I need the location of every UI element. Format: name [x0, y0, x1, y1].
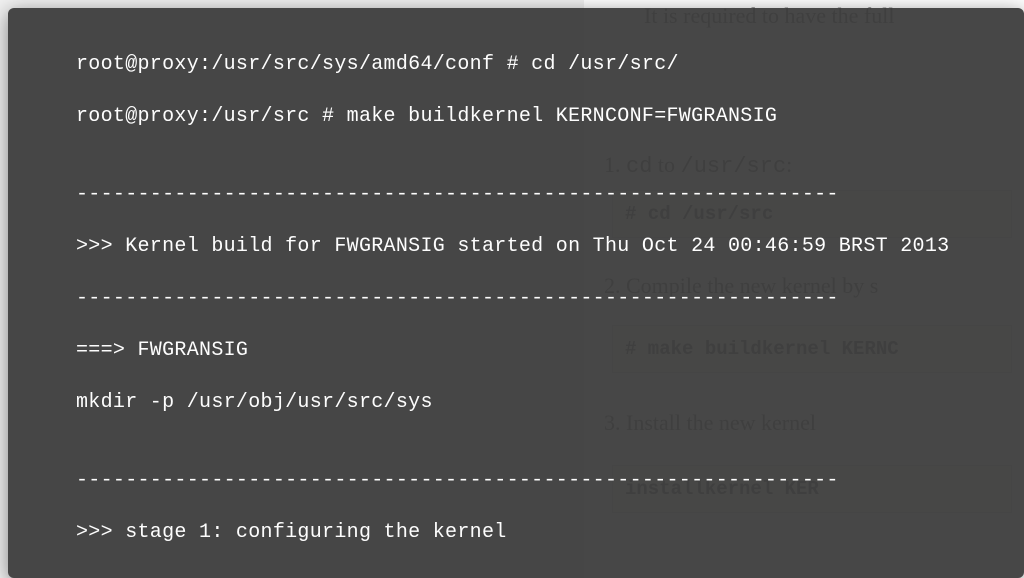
- terminal-line: root@proxy:/usr/src/sys/amd64/conf # cd …: [76, 52, 1024, 78]
- terminal-line: ===> FWGRANSIG: [76, 338, 1024, 364]
- terminal-line: root@proxy:/usr/src # make buildkernel K…: [76, 104, 1024, 130]
- terminal-line: mkdir -p /usr/obj/usr/src/sys: [76, 390, 1024, 416]
- terminal-line: ----------------------------------------…: [76, 286, 1024, 312]
- terminal-line: >>> Kernel build for FWGRANSIG started o…: [76, 234, 1024, 260]
- terminal-output[interactable]: root@proxy:/usr/src/sys/amd64/conf # cd …: [8, 8, 1024, 578]
- terminal-line: ----------------------------------------…: [76, 468, 1024, 494]
- terminal-line: >>> stage 1: configuring the kernel: [76, 520, 1024, 546]
- terminal-window[interactable]: root@proxy:/usr/src/sys/amd64/conf # cd …: [8, 8, 1024, 578]
- terminal-line: ----------------------------------------…: [76, 572, 1024, 578]
- terminal-line: ----------------------------------------…: [76, 182, 1024, 208]
